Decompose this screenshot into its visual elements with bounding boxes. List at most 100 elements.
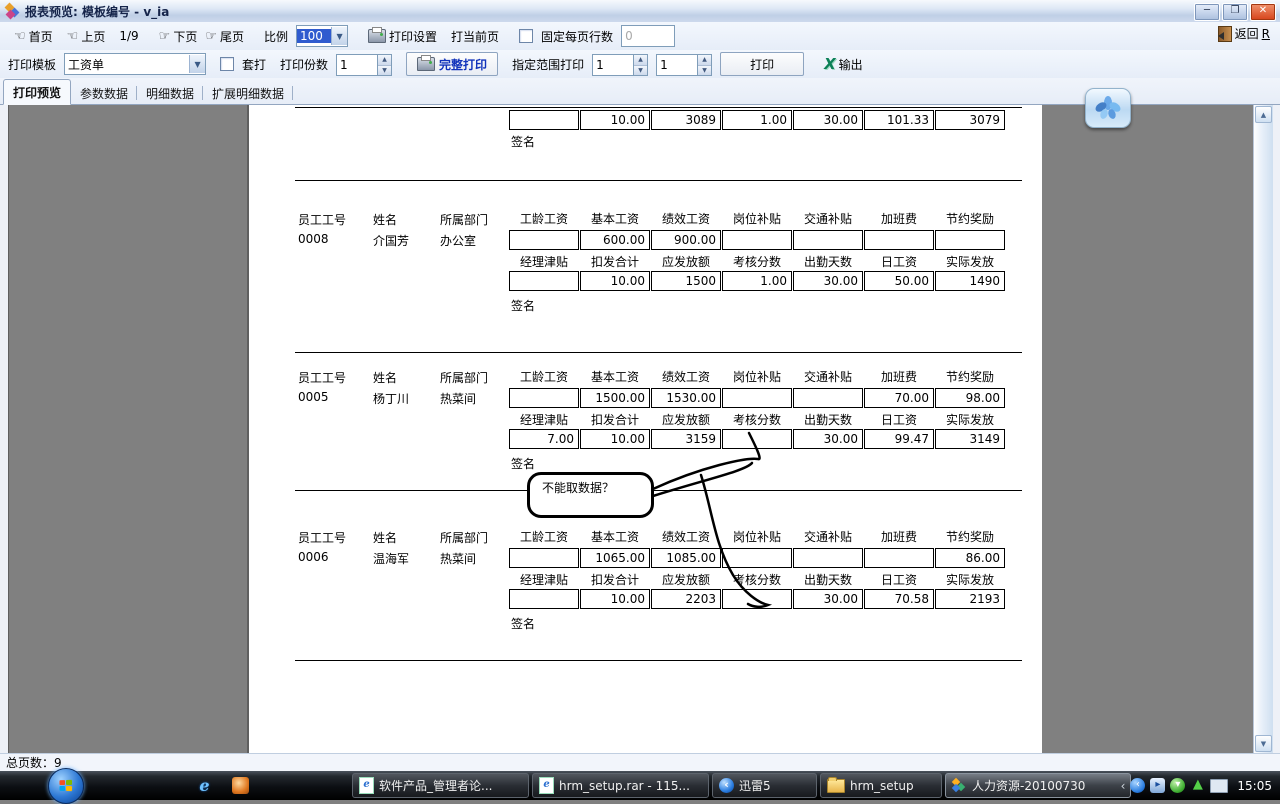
column-header: 实际发放 [935, 572, 1005, 588]
tray-updater-icon[interactable]: ▾ [1170, 778, 1185, 793]
taskbar-item-software-forum[interactable]: e 软件产品_管理者论... [352, 773, 529, 798]
column-header: 应发放额 [651, 254, 721, 270]
tray-thunder-icon[interactable]: ‹ [1130, 778, 1145, 793]
spin-up-icon[interactable]: ▲ [378, 55, 391, 66]
table-cell: 600.00 [580, 230, 650, 250]
column-header: 扣发合计 [580, 572, 650, 588]
tab-print-preview[interactable]: 打印预览 [3, 79, 71, 105]
range-to-stepper[interactable]: 1 ▲▼ [656, 54, 712, 74]
restore-button[interactable]: ❐ [1222, 3, 1248, 21]
emp-id-value: 0005 [298, 390, 329, 404]
range-from-stepper[interactable]: 1 ▲▼ [592, 54, 648, 74]
tab-detail-data[interactable]: 明细数据 [137, 82, 203, 104]
column-header: 绩效工资 [651, 211, 721, 227]
table-cell: 1490 [935, 271, 1005, 291]
template-combobox[interactable]: 工资单 ▼ [64, 53, 206, 75]
copies-input[interactable]: 1 [336, 54, 377, 76]
overlay-print-checkbox[interactable] [220, 57, 234, 71]
emp-id-label: 员工工号 [298, 369, 346, 386]
copies-stepper[interactable]: 1 ▲▼ [336, 54, 392, 74]
close-button[interactable]: ✕ [1250, 3, 1276, 21]
table-cell [793, 230, 863, 250]
fixed-rows-checkbox[interactable] [519, 29, 533, 43]
table-cell: 70.58 [864, 589, 934, 609]
taskbar-item-hr-20100730[interactable]: 人力资源-20100730 [945, 773, 1131, 798]
emp-name-label: 姓名 [373, 369, 397, 386]
header-row: 经理津贴扣发合计应发放额考核分数出勤天数日工资实际发放 [509, 254, 1006, 270]
fixed-rows-input[interactable]: 0 [621, 25, 675, 47]
export-button[interactable]: X 输出 [824, 56, 863, 73]
tray-up-arrow-icon[interactable]: ▲ [1190, 778, 1205, 793]
spin-up-icon[interactable]: ▲ [698, 55, 711, 66]
table-cell [509, 230, 579, 250]
table-cell [722, 548, 792, 568]
record-separator [295, 180, 1022, 181]
tab-extended-detail-data[interactable]: 扩展明细数据 [203, 82, 293, 104]
thunder-icon: ‹ [719, 778, 734, 793]
chevron-down-icon[interactable]: ▼ [331, 27, 347, 45]
quick-launch-ie-icon[interactable]: e [196, 777, 213, 794]
table-cell: 1.00 [722, 110, 792, 130]
spin-down-icon[interactable]: ▼ [378, 66, 391, 76]
spin-down-icon[interactable]: ▼ [698, 66, 711, 76]
table-cell [509, 271, 579, 291]
record-separator [295, 352, 1022, 353]
folder-icon [827, 779, 845, 793]
emp-dept-label: 所属部门 [440, 529, 488, 546]
quick-launch-icon[interactable] [232, 777, 249, 794]
table-cell: 86.00 [935, 548, 1005, 568]
emp-id-value: 0006 [298, 550, 329, 564]
ie-page-icon: e [539, 777, 554, 794]
table-cell [509, 548, 579, 568]
taskbar-item-hrm-setup-rar[interactable]: e hrm_setup.rar - 115... [532, 773, 709, 798]
table-cell [864, 548, 934, 568]
chevron-down-icon[interactable]: ▼ [189, 55, 205, 73]
column-header: 工龄工资 [509, 369, 579, 385]
tray-display-icon[interactable] [1210, 779, 1228, 793]
full-print-button[interactable]: 完整打印 [406, 52, 498, 76]
last-page-button[interactable]: ☞ 尾页 [205, 28, 244, 45]
first-page-button[interactable]: ☜ 首页 [14, 28, 53, 45]
window-title: 报表预览: 模板编号 - v_ia [25, 3, 169, 20]
column-header: 岗位补贴 [722, 529, 792, 545]
table-cell: 30.00 [793, 429, 863, 449]
start-button[interactable] [48, 768, 84, 804]
print-button[interactable]: 打印 [720, 52, 804, 76]
vertical-scrollbar[interactable]: ▲ ▼ [1253, 105, 1273, 753]
range-from-input[interactable]: 1 [592, 54, 633, 76]
desktop-gadget-icon[interactable] [1085, 88, 1131, 128]
print-settings-button[interactable]: 打印设置 [368, 28, 437, 45]
next-page-button[interactable]: ☞ 下页 [159, 28, 198, 45]
spin-down-icon[interactable]: ▼ [634, 66, 647, 76]
tray-expand-icon[interactable]: ‹ [1121, 779, 1126, 793]
scale-combobox[interactable]: 100 ▼ [296, 25, 348, 47]
title-bar: 报表预览: 模板编号 - v_ia ─ ❐ ✕ [0, 0, 1280, 23]
taskbar-item-thunder5[interactable]: ‹ 迅雷5 [712, 773, 817, 798]
minimize-button[interactable]: ─ [1194, 3, 1220, 21]
desktop: { "window": { "title": "报表预览: 模板编号 - v_i… [0, 0, 1280, 800]
emp-dept-value: 热菜间 [440, 390, 476, 407]
print-current-page-button[interactable]: 打当前页 [451, 28, 499, 45]
value-row: 10.00220330.0070.582193 [509, 589, 1006, 609]
column-header: 经理津贴 [509, 412, 579, 428]
tab-parameter-data[interactable]: 参数数据 [71, 82, 137, 104]
table-cell: 7.00 [509, 429, 579, 449]
signature-label: 签名 [511, 133, 535, 150]
column-header: 加班费 [864, 529, 934, 545]
taskbar-item-hrm-setup-folder[interactable]: hrm_setup [820, 773, 942, 798]
column-header: 实际发放 [935, 254, 1005, 270]
prev-page-button[interactable]: ☜ 上页 [67, 28, 106, 45]
column-header: 日工资 [864, 412, 934, 428]
tray-player-icon[interactable]: ▸ [1150, 778, 1165, 793]
scroll-up-icon[interactable]: ▲ [1255, 106, 1272, 123]
table-cell: 1500 [651, 271, 721, 291]
scale-value: 100 [297, 29, 331, 43]
range-to-input[interactable]: 1 [656, 54, 697, 76]
windows-flag-icon [59, 780, 73, 793]
table-cell: 99.47 [864, 429, 934, 449]
column-header: 基本工资 [580, 369, 650, 385]
back-button[interactable]: 返回R [1218, 25, 1270, 42]
scroll-down-icon[interactable]: ▼ [1255, 735, 1272, 752]
spin-up-icon[interactable]: ▲ [634, 55, 647, 66]
column-header: 节约奖励 [935, 529, 1005, 545]
